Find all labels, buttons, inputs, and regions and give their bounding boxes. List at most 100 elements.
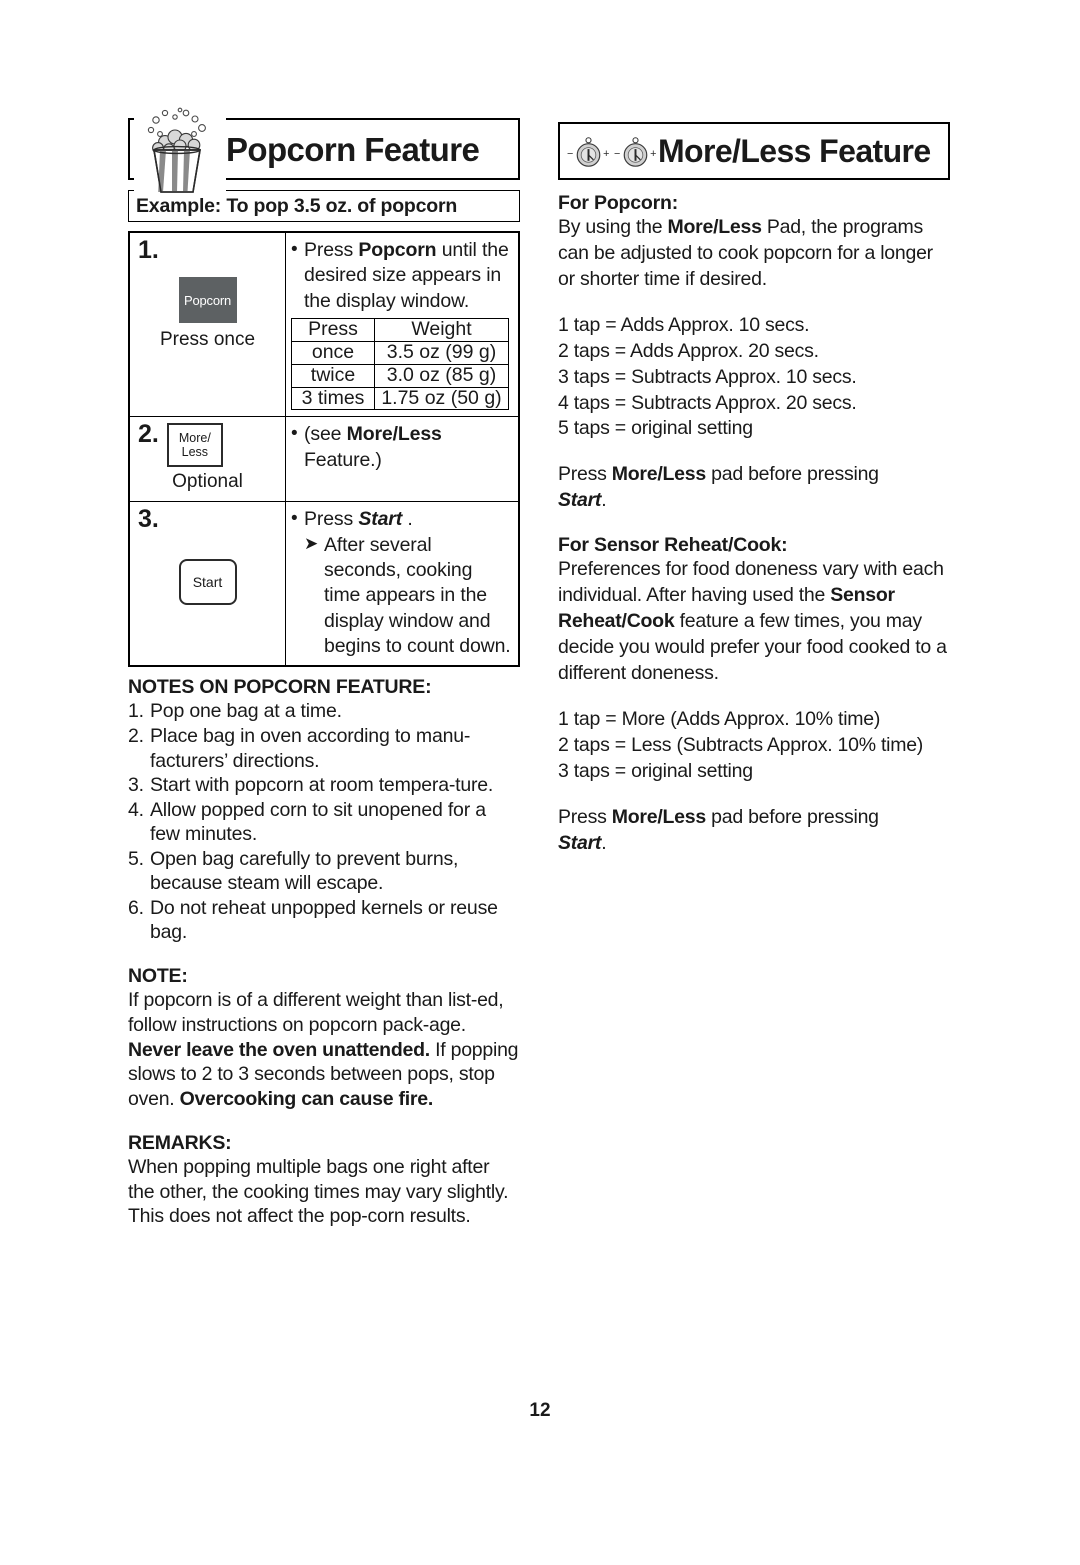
more-less-feature-title: More/Less Feature — [658, 133, 931, 169]
table-header-row: Press Weight — [291, 318, 509, 342]
notes-heading: NOTES ON POPCORN FEATURE: — [128, 676, 432, 699]
popcorn-key-graphic: Popcorn — [178, 277, 237, 324]
popcorn-key-label: Popcorn — [183, 292, 232, 308]
page-number: 12 — [529, 1400, 551, 1421]
popcorn-tap-line: 2 taps = Adds Approx. 20 secs. — [558, 339, 819, 362]
table-row: 3 times 1.75 oz (50 g) — [291, 386, 509, 411]
start-key-label: Start — [192, 573, 223, 590]
note-body: If popcorn is of a different weight than… — [128, 989, 519, 1111]
start-key-graphic: Start — [178, 558, 237, 605]
popcorn-feature-title: Popcorn Feature — [226, 130, 480, 168]
list-item-number: 5. — [128, 847, 144, 870]
step-3-bullet: • Press Start . — [291, 507, 512, 532]
popcorn-feature-header: Popcorn Feature — [128, 104, 520, 196]
list-item-text: Open bag carefully to prevent burns, bec… — [150, 847, 459, 895]
for-popcorn-heading: For Popcorn: — [558, 192, 679, 214]
weight-cell: 3.5 oz (99 g) — [374, 340, 509, 365]
step-2-instruction-cell: • (see More/Less Feature.) — [285, 416, 520, 503]
dial-minus-plus-icon-1: − + — [567, 137, 609, 167]
more-less-key-graphic: More/ Less — [166, 423, 223, 468]
step-1-instruction-cell: • Press Popcorn until the desired size a… — [285, 231, 520, 418]
list-item-text: Allow popped corn to sit unopened for a … — [150, 798, 486, 846]
more-less-key-label-line2: Less — [181, 445, 209, 460]
step-3-key-cell: 3. Start — [128, 501, 286, 667]
weight-cell: 3.0 oz (85 g) — [374, 363, 509, 388]
list-item-text: Pop one bag at a time. — [150, 700, 342, 723]
list-item-text: Do not reheat unpopped kernels or reuse … — [150, 896, 498, 944]
manual-page: Popcorn Feature Example: To pop 3.5 oz. … — [0, 0, 1080, 1565]
step-3-text: Press Start . — [304, 508, 413, 531]
step-1-key-cell: 1. Popcorn Press once — [128, 231, 286, 418]
dial-minus-plus-icon-2: − + — [614, 137, 656, 167]
press-more-less-note-1: Press More/Less pad before pressing Start… — [558, 463, 879, 512]
table-row: 1. Popcorn Press once • Press Popcorn un… — [128, 231, 520, 418]
step-2-key-cell: 2. More/ Less Optional — [128, 416, 286, 503]
sensor-tap-line: 1 tap = More (Adds Approx. 10% time) — [558, 707, 881, 730]
list-item-number: 2. — [128, 724, 144, 747]
for-sensor-heading: For Sensor Reheat/Cook: — [558, 534, 788, 557]
note-heading: NOTE: — [128, 965, 188, 988]
step-3-number: 3. — [138, 505, 159, 534]
press-cell: twice — [291, 363, 375, 388]
press-weight-col-0: Press — [291, 318, 375, 342]
step-2-number: 2. — [138, 420, 159, 449]
weight-cell: 1.75 oz (50 g) — [374, 386, 509, 411]
left-column: Popcorn Feature Example: To pop 3.5 oz. … — [128, 104, 520, 1229]
list-item-number: 4. — [128, 798, 144, 821]
bullet-dot-icon: • — [291, 508, 298, 530]
press-more-less-note-2: Press More/Less pad before pressing Start… — [558, 805, 879, 854]
press-weight-col-1: Weight — [374, 318, 509, 342]
popcorn-tap-line: 4 taps = Subtracts Approx. 20 secs. — [558, 391, 857, 414]
sensor-tap-line: 3 taps = original setting — [558, 759, 753, 782]
step-2-caption: Optional — [172, 471, 243, 493]
svg-text:+: + — [603, 148, 609, 160]
bullet-dot-icon: • — [291, 423, 298, 445]
svg-text:−: − — [567, 148, 573, 160]
step-1-number: 1. — [138, 236, 159, 264]
table-row: twice 3.0 oz (85 g) — [291, 363, 509, 388]
remarks-body: When popping multiple bags one right aft… — [128, 1155, 509, 1228]
step-2-text: (see More/Less Feature.) — [304, 423, 442, 471]
press-weight-table: Press Weight once 3.5 oz (99 g) twice 3.… — [291, 318, 509, 411]
table-row: 3. Start • Press Start . ➤ After several… — [128, 501, 520, 667]
step-3-sub-bullet: ➤ After several seconds, cooking time ap… — [304, 533, 512, 660]
step-2-bullet: • (see More/Less Feature.) — [291, 422, 512, 473]
svg-text:+: + — [650, 148, 656, 160]
more-less-key-label-line1: More/ — [178, 431, 211, 446]
more-less-feature-header: − + − + More/Less Feature — [558, 122, 950, 180]
for-sensor-body: Preferences for food doneness vary with … — [558, 558, 947, 684]
popcorn-bucket-icon — [134, 104, 226, 196]
notes-list: 1. Pop one bag at a time. 2. Place bag in … — [128, 699, 520, 945]
list-item-number: 3. — [128, 774, 144, 797]
svg-text:−: − — [614, 148, 620, 160]
list-item-text: Start with popcorn at room tempera-ture. — [150, 774, 494, 797]
table-row: 2. More/ Less Optional • (see More/Less … — [128, 416, 520, 503]
right-column: − + − + More/Less Feature For Popcorn: B… — [558, 122, 950, 856]
table-row: once 3.5 oz (99 g) — [291, 340, 509, 365]
list-item-number: 1. — [128, 700, 144, 723]
list-item: 5. Open bag carefully to prevent burns, b… — [128, 847, 520, 896]
step-3-sub-text: After several seconds, cooking time appe… — [324, 533, 511, 658]
popcorn-tap-line: 5 taps = original setting — [558, 417, 753, 440]
list-item-number: 6. — [128, 896, 144, 919]
remarks-heading: REMARKS: — [128, 1131, 232, 1154]
steps-table: 1. Popcorn Press once • Press Popcorn un… — [128, 231, 520, 668]
popcorn-tap-line: 3 taps = Subtracts Approx. 10 secs. — [558, 365, 857, 388]
list-item: 6. Do not reheat unpopped kernels or reus… — [128, 896, 520, 945]
step-1-bullet: • Press Popcorn until the desired size a… — [291, 238, 512, 314]
list-item: 1. Pop one bag at a time. — [128, 699, 520, 724]
press-cell: 3 times — [291, 386, 375, 411]
step-1-caption: Press once — [159, 329, 256, 351]
list-item-text: Place bag in oven according to manu-fact… — [150, 724, 471, 772]
step-3-instruction-cell: • Press Start . ➤ After several seconds,… — [285, 501, 520, 667]
list-item: 3. Start with popcorn at room tempera-tur… — [128, 773, 520, 798]
list-item: 4. Allow popped corn to sit unopened for … — [128, 798, 520, 847]
list-item: 2. Place bag in oven according to manu-fa… — [128, 724, 520, 773]
